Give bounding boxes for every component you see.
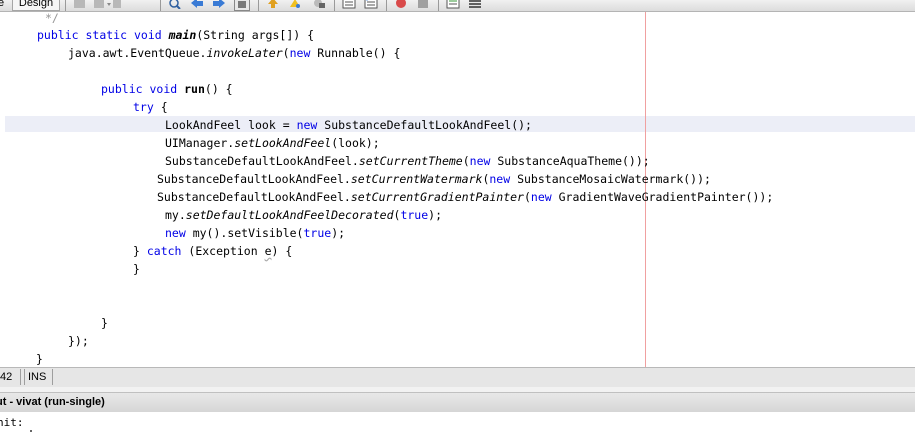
code-line-set-look-and-feel: UIManager.setLookAndFeel(look); [165, 136, 380, 150]
toolbar-separator [438, 0, 439, 11]
comment-icon[interactable] [312, 0, 326, 9]
unused-variable-warning: e [264, 244, 272, 258]
highlight-icon[interactable] [288, 0, 302, 9]
code-line-main-decl: public static void main(String args[]) { [37, 28, 315, 42]
shift-left-icon[interactable] [342, 0, 356, 9]
grayed-dropdown-icon[interactable] [93, 0, 121, 9]
editor-status-bar: 42 INS [0, 367, 915, 388]
output-panel-header: ut - vivat (run-single) [0, 392, 915, 413]
toolbar-separator [258, 0, 259, 11]
toolbar-separator [334, 0, 335, 11]
caret-line-number: 42 [0, 369, 21, 385]
tab-source[interactable]: e [0, 0, 8, 10]
record-macro-icon[interactable] [394, 0, 408, 9]
toolbar-separator [65, 0, 66, 11]
code-line-invoke-later: java.awt.EventQueue.invokeLater(new Runn… [68, 46, 401, 60]
toolbar-separator [160, 0, 161, 11]
output-tab-title[interactable]: ut - vivat (run-single) [0, 394, 105, 411]
code-line-set-gradient-painter: SubstanceDefaultLookAndFeel.setCurrentGr… [157, 190, 774, 204]
forward-arrow-icon[interactable] [212, 0, 226, 9]
code-line-comment-end: */ [45, 12, 59, 25]
grayed-tool-icon[interactable] [73, 0, 87, 9]
output-console[interactable]: nit: [0, 412, 915, 437]
code-editor[interactable]: */ public static void main(String args[]… [0, 12, 915, 367]
insert-mode-indicator[interactable]: INS [24, 369, 53, 385]
toolbar-separator [386, 0, 387, 11]
output-text-line: nit: [0, 416, 24, 429]
search-icon[interactable] [168, 0, 182, 9]
code-line-catch: } catch (Exception e) { [133, 244, 293, 258]
editor-toolbar: e Design [0, 0, 915, 12]
stop-macro-icon[interactable] [416, 0, 430, 9]
toggle-bookmark-icon[interactable] [234, 0, 250, 11]
up-arrow-icon[interactable] [266, 0, 280, 9]
code-line-close-catch: } [133, 262, 140, 276]
code-line-run-decl: public void run() { [101, 82, 233, 96]
code-line-look-and-feel: LookAndFeel look = new SubstanceDefaultL… [165, 118, 532, 132]
code-line-set-decorated: my.setDefaultLookAndFeelDecorated(true); [165, 208, 442, 222]
code-line-set-theme: SubstanceDefaultLookAndFeel.setCurrentTh… [165, 154, 650, 168]
code-line-set-visible: new my().setVisible(true); [165, 226, 346, 240]
output-cursor [30, 430, 32, 432]
code-line-set-watermark: SubstanceDefaultLookAndFeel.setCurrentWa… [157, 172, 711, 186]
uncomment-lines-icon[interactable] [468, 0, 482, 9]
shift-right-icon[interactable] [364, 0, 378, 9]
comment-lines-icon[interactable] [446, 0, 460, 9]
back-arrow-icon[interactable] [190, 0, 204, 9]
tab-design[interactable]: Design [12, 0, 60, 11]
code-line-close-run: } [101, 316, 108, 330]
code-line-close-runnable: }); [68, 334, 89, 348]
code-line-close-main: } [36, 352, 43, 366]
code-line-try: try { [133, 100, 168, 114]
